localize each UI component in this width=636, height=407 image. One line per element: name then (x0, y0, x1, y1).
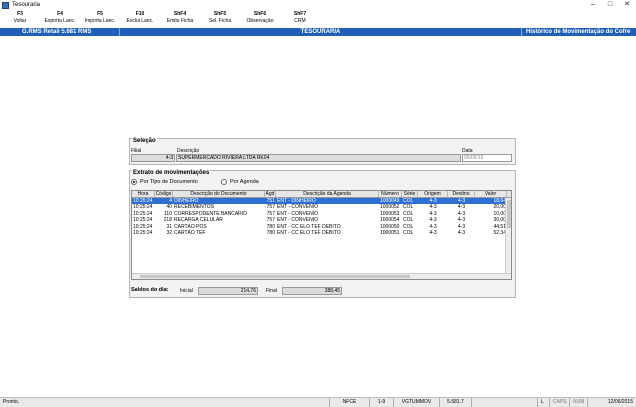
module-header: G.RMS Retail 5.681 RMS TESOURARIA Histór… (0, 28, 636, 36)
module-title: TESOURARIA (120, 28, 522, 36)
status-flag-caps: CAPS (550, 398, 570, 407)
extrato-title: Extrato de movimentações (132, 170, 211, 176)
col-numero[interactable]: Número (379, 191, 402, 197)
cell-origem: 4-3 (429, 230, 437, 236)
status-version: 5.681.7 (440, 398, 472, 407)
vertical-scrollbar[interactable] (505, 198, 511, 274)
radio-por-agenda[interactable]: Por Agenda (221, 179, 259, 185)
window-title: Tesouraria (12, 2, 41, 8)
radio-unselected-icon (221, 179, 227, 185)
cell-hora: 10:25:24 (133, 230, 153, 236)
saldo-inicial-field: 214,76 (198, 287, 258, 295)
horizontal-scrollbar[interactable] (132, 273, 511, 279)
status-spacer (472, 398, 538, 407)
col-hora[interactable]: Hora (132, 191, 155, 197)
exporta-lanc-button[interactable]: F4 Exporta Lanc. (40, 10, 80, 28)
radio-por-tipo[interactable]: Por Tipo de Documento (131, 179, 198, 185)
cell-descricao-documento: CARTÃO TEF (174, 230, 206, 236)
cell-destino: 4-3 (457, 230, 466, 236)
minimize-button[interactable]: – (586, 0, 600, 9)
cell-numero: 1000051 (380, 230, 400, 236)
observacao-button[interactable]: ShF6 Observação (240, 10, 280, 28)
movimentacoes-grid[interactable]: Hora Código Descrição do Documento Agd D… (131, 190, 512, 280)
toolbar: F3 Voltar F4 Exporta Lanc. F5 Importa Lanc.… (0, 10, 636, 28)
col-valor[interactable]: Valor (475, 191, 507, 197)
importa-lanc-button[interactable]: F5 Importa Lanc. (80, 10, 120, 28)
grid-body: 10:25:24 4 DINHEIRO 751 ENT - DINHEIRO 100004… (132, 197, 511, 237)
inicial-label: Inicial (180, 288, 193, 294)
radio-selected-icon (131, 179, 137, 185)
product-version: G.RMS Retail 5.681 RMS (0, 28, 120, 36)
col-origem[interactable]: Origem (418, 191, 448, 197)
cell-valor: 52,34 (493, 230, 506, 236)
status-page: 1-9 (370, 398, 394, 407)
title-bar: Tesouraria – □ ✕ (0, 0, 636, 10)
saldos-label: Saldos do dia: (131, 287, 169, 293)
app-icon (2, 1, 9, 9)
selecao-panel: Seleção Filial 4-3 Descrição SUPERMERCAD… (129, 138, 516, 165)
filial-field[interactable]: 4-3 (131, 154, 175, 162)
sel-ficha-button[interactable]: ShF5 Sel. Ficha (200, 10, 240, 28)
cell-descricao-agenda: ENT - CC ELO TEF DEBITO (277, 230, 341, 236)
status-user: VGTUMMOV (394, 398, 440, 407)
emite-ficha-button[interactable]: ShF4 Emite Ficha (160, 10, 200, 28)
voltar-button[interactable]: F3 Voltar (0, 10, 40, 28)
maximize-button[interactable]: □ (603, 0, 617, 9)
cell-agd: 780 (266, 230, 275, 236)
saldo-final-field: 388,45 (282, 287, 342, 295)
cell-serie: COL (403, 230, 414, 236)
col-descricao-agenda[interactable]: Descrição da Agenda (276, 191, 379, 197)
status-bar: Pronto. NFCE 1-9 VGTUMMOV 5.681.7 L CAPS… (0, 397, 636, 407)
data-field[interactable]: 05/05/15 (462, 154, 512, 162)
close-button[interactable]: ✕ (620, 0, 634, 9)
crm-button[interactable]: ShF7 CRM (280, 10, 320, 28)
status-mode: NFCE (330, 398, 370, 407)
scroll-thumb[interactable] (140, 275, 410, 278)
scroll-thumb[interactable] (507, 200, 511, 228)
status-date: 12/06/2015 (607, 399, 633, 405)
status-text: Pronto. (0, 398, 330, 407)
col-serie[interactable]: Série (402, 191, 418, 197)
col-descricao-documento[interactable]: Descrição do Documento (173, 191, 265, 197)
status-flag-num: NUM (570, 398, 588, 407)
table-row[interactable]: 10:25:24 32 CARTÃO TEF 780 ENT - CC ELO TEF … (132, 230, 511, 237)
final-label: Final (266, 288, 277, 294)
cell-codigo: 32 (166, 230, 172, 236)
screen-title: Histórico de Movimentação do Cofre (526, 29, 631, 35)
descricao-field[interactable]: SUPERMERCADO RIVIERA LTDA RK04 (176, 154, 461, 162)
selecao-title: Seleção (132, 138, 157, 144)
col-destino[interactable]: Destino (448, 191, 475, 197)
exclui-lanc-button[interactable]: F10 Exclui Lanc. (120, 10, 160, 28)
col-agd[interactable]: Agd (265, 191, 276, 197)
status-flag-l: L (538, 398, 550, 407)
col-codigo[interactable]: Código (155, 191, 173, 197)
